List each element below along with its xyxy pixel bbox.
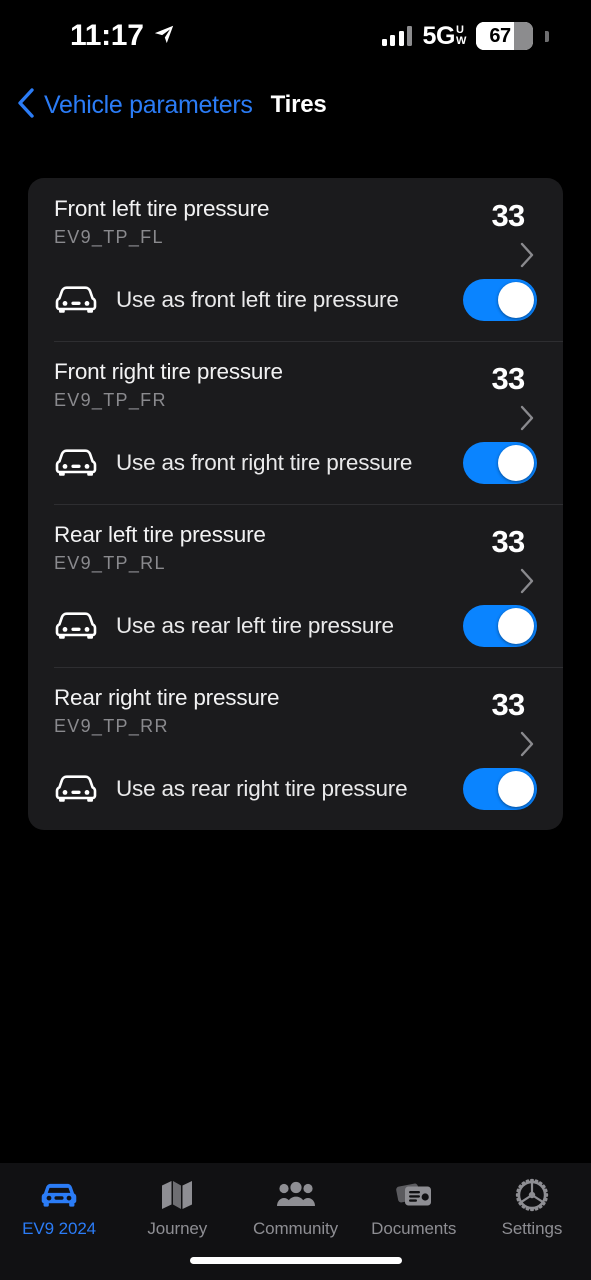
tire-row-title: Rear left tire pressure <box>54 522 266 547</box>
tire-use-toggle[interactable] <box>463 442 537 484</box>
tab-label: Settings <box>501 1219 563 1238</box>
tab-community[interactable]: Community <box>236 1177 354 1239</box>
back-button[interactable]: Vehicle parameters <box>16 87 253 124</box>
tab-label: Documents <box>371 1219 457 1238</box>
cards-icon <box>395 1177 432 1213</box>
gear-icon <box>515 1177 549 1213</box>
navigation-bar: Vehicle parameters Tires <box>0 82 591 128</box>
tire-row-toggle-group: Use as rear left tire pressure <box>28 599 563 667</box>
tab-documents[interactable]: Documents <box>355 1177 473 1239</box>
battery-percent-label: 67 <box>489 24 511 47</box>
people-icon <box>276 1177 315 1213</box>
chevron-right-icon[interactable] <box>519 731 535 762</box>
tire-toggle-label: Use as front right tire pressure <box>116 450 413 475</box>
tab-label: Community <box>252 1219 339 1238</box>
car-front-icon <box>54 448 98 478</box>
home-indicator <box>189 1257 402 1264</box>
tire-pressure-value: 33 <box>491 198 526 233</box>
tire-toggle-label: Use as rear right tire pressure <box>116 776 408 801</box>
car-front-icon <box>54 285 98 315</box>
chevron-right-icon[interactable] <box>519 405 535 436</box>
battery-cap-icon <box>545 30 549 42</box>
tire-pressure-value: 33 <box>491 524 526 559</box>
tire-row-1[interactable]: Front right tire pressure EV9_TP_FR 33 U… <box>28 341 563 504</box>
tire-row-title: Rear right tire pressure <box>54 685 280 710</box>
tire-row-text: Rear right tire pressure EV9_TP_RR <box>54 685 453 737</box>
tire-row-code: EV9_TP_FL <box>54 226 164 247</box>
car-front-icon <box>54 774 98 804</box>
tire-use-toggle[interactable] <box>463 768 537 810</box>
tire-row-title: Front right tire pressure <box>54 359 283 384</box>
tire-row-code: EV9_TP_FR <box>54 389 167 410</box>
tire-row-toggle-group: Use as rear right tire pressure <box>28 762 563 830</box>
location-arrow-icon <box>153 23 175 50</box>
tab-journey[interactable]: Journey <box>118 1177 236 1239</box>
status-bar-left: 11:17 <box>70 19 175 53</box>
tire-pressure-value: 33 <box>491 361 526 396</box>
tire-row-toggle-group: Use as front left tire pressure <box>28 273 563 341</box>
status-bar-clock: 11:17 <box>70 19 144 52</box>
toggle-knob <box>498 608 534 644</box>
tire-use-toggle[interactable] <box>463 279 537 321</box>
status-bar: 11:17 5G U W 67 <box>0 0 591 72</box>
page-title: Tires <box>270 91 327 118</box>
tire-pressure-card: Front left tire pressure EV9_TP_FL 33 Us… <box>28 178 563 830</box>
tire-row-title: Front left tire pressure <box>54 196 270 221</box>
toggle-knob <box>498 282 534 318</box>
tire-row-header[interactable]: Front left tire pressure EV9_TP_FL 33 <box>28 178 563 273</box>
tire-row-value-group: 33 <box>453 522 563 599</box>
cellular-bars-icon <box>381 26 413 46</box>
tire-row-value-group: 33 <box>453 685 563 762</box>
chevron-right-icon[interactable] <box>519 568 535 599</box>
tire-row-2[interactable]: Rear left tire pressure EV9_TP_RL 33 Use… <box>28 504 563 667</box>
tire-row-0[interactable]: Front left tire pressure EV9_TP_FL 33 Us… <box>28 178 563 341</box>
toggle-knob <box>498 445 534 481</box>
tire-use-toggle[interactable] <box>463 605 537 647</box>
tire-row-header[interactable]: Front right tire pressure EV9_TP_FR 33 <box>28 341 563 436</box>
network-sup: U <box>456 24 464 37</box>
car-front-icon <box>39 1177 79 1213</box>
tire-row-code: EV9_TP_RL <box>54 552 166 573</box>
tire-toggle-label: Use as rear left tire pressure <box>116 613 394 638</box>
back-button-label: Vehicle parameters <box>44 90 253 119</box>
tire-row-3[interactable]: Rear right tire pressure EV9_TP_RR 33 Us… <box>28 667 563 830</box>
tire-pressure-value: 33 <box>491 687 526 722</box>
status-bar-right: 5G U W 67 <box>381 21 549 51</box>
chevron-left-icon <box>16 87 36 124</box>
tire-row-toggle-group: Use as front right tire pressure <box>28 436 563 504</box>
tab-label: Journey <box>147 1219 208 1238</box>
chevron-right-icon[interactable] <box>519 242 535 273</box>
tire-row-code: EV9_TP_RR <box>54 715 169 736</box>
network-type-label: 5G U W <box>422 21 466 50</box>
tire-row-value-group: 33 <box>453 196 563 273</box>
tire-toggle-label: Use as front left tire pressure <box>116 287 399 312</box>
tire-row-header[interactable]: Rear right tire pressure EV9_TP_RR 33 <box>28 667 563 762</box>
car-front-icon <box>54 611 98 641</box>
battery-indicator: 67 <box>476 22 533 50</box>
tab-ev9-2024[interactable]: EV9 2024 <box>0 1177 118 1239</box>
tire-row-header[interactable]: Rear left tire pressure EV9_TP_RL 33 <box>28 504 563 599</box>
tire-row-value-group: 33 <box>453 359 563 436</box>
tab-settings[interactable]: Settings <box>473 1177 591 1239</box>
network-sub: W <box>456 34 466 47</box>
app-screen: 11:17 5G U W 67 Vehicle parameters Tires… <box>0 0 591 1280</box>
tab-label: EV9 2024 <box>22 1219 97 1238</box>
tire-row-text: Front right tire pressure EV9_TP_FR <box>54 359 453 411</box>
tire-row-text: Rear left tire pressure EV9_TP_RL <box>54 522 453 574</box>
map-icon <box>160 1177 194 1213</box>
toggle-knob <box>498 771 534 807</box>
tire-row-text: Front left tire pressure EV9_TP_FL <box>54 196 453 248</box>
